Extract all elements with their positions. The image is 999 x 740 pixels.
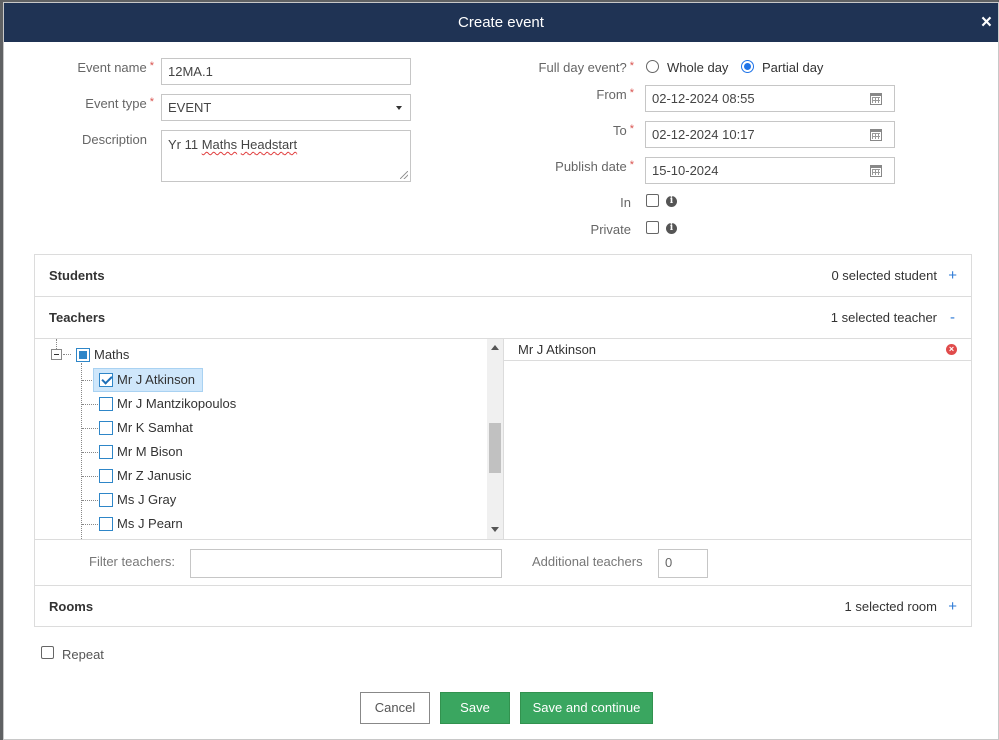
modal-title: Create event xyxy=(458,14,544,31)
partial-day-radio[interactable] xyxy=(741,60,754,73)
remove-icon[interactable]: × xyxy=(946,344,957,355)
scroll-thumb[interactable] xyxy=(489,423,501,473)
teachers-title: Teachers xyxy=(49,310,106,325)
teacher-checkbox[interactable] xyxy=(99,469,113,483)
collapse-teachers-button[interactable]: - xyxy=(950,297,955,338)
additional-teachers-label: Additional teachers xyxy=(532,554,643,569)
scroll-up-icon[interactable] xyxy=(491,345,499,350)
info-icon[interactable]: i xyxy=(666,223,677,234)
students-count: 0 selected student xyxy=(831,268,937,283)
tree-line xyxy=(82,524,98,525)
save-and-continue-button[interactable]: Save and continue xyxy=(520,692,653,724)
event-type-select[interactable]: EVENT xyxy=(161,94,411,121)
teacher-checkbox[interactable] xyxy=(99,493,113,507)
participants-panel: Students 0 selected student + Teachers 1… xyxy=(34,254,972,627)
tree-line xyxy=(82,500,98,501)
publish-date-value: 15-10-2024 xyxy=(652,163,719,178)
teacher-checkbox[interactable] xyxy=(99,445,113,459)
tree-item-teacher[interactable]: Ms J Pearn xyxy=(117,513,183,535)
students-title: Students xyxy=(49,268,105,283)
divider xyxy=(503,339,504,539)
selected-teacher-row: Mr J Atkinson × xyxy=(504,339,971,361)
teachers-section-header[interactable]: Teachers 1 selected teacher - xyxy=(35,297,971,338)
tree-scrollbar[interactable] xyxy=(487,339,503,539)
chevron-down-icon xyxy=(396,106,402,110)
tree-line xyxy=(82,452,98,453)
event-type-label: Event type * xyxy=(85,96,154,111)
tree-line xyxy=(56,339,57,349)
expand-rooms-button[interactable]: + xyxy=(948,586,957,627)
calendar-icon[interactable] xyxy=(870,165,882,177)
tree-line xyxy=(82,404,98,405)
to-date-input[interactable]: 02-12-2024 10:17 xyxy=(645,121,895,148)
tree-group-maths[interactable]: Maths xyxy=(94,344,129,366)
teachers-count: 1 selected teacher xyxy=(830,310,937,325)
publish-date-input[interactable]: 15-10-2024 xyxy=(645,157,895,184)
save-button[interactable]: Save xyxy=(440,692,510,724)
create-event-modal: Create event × Event name * 12MA.1 Event … xyxy=(3,2,999,740)
full-day-label: Full day event? * xyxy=(538,60,634,75)
close-icon[interactable]: × xyxy=(981,3,992,42)
repeat-label: Repeat xyxy=(62,647,104,662)
whole-day-label: Whole day xyxy=(667,60,729,75)
in-label: In xyxy=(620,195,631,210)
description-word: Maths xyxy=(201,137,238,152)
repeat-checkbox[interactable] xyxy=(41,646,54,659)
tree-line xyxy=(82,476,98,477)
whole-day-radio[interactable] xyxy=(646,60,659,73)
filter-teachers-input[interactable] xyxy=(190,549,502,578)
tree-line xyxy=(63,354,71,355)
in-checkbox[interactable] xyxy=(646,194,659,207)
to-date-value: 02-12-2024 10:17 xyxy=(652,127,755,142)
from-date-input[interactable]: 02-12-2024 08:55 xyxy=(645,85,895,112)
divider xyxy=(35,539,971,540)
resize-grip-icon[interactable] xyxy=(400,171,408,179)
event-type-value: EVENT xyxy=(168,100,212,115)
tree-item-teacher[interactable]: Mr J Mantzikopoulos xyxy=(117,393,236,415)
event-name-label: Event name * xyxy=(77,60,154,75)
tree-item-teacher[interactable]: Mr Z Janusic xyxy=(117,465,191,487)
modal-header: Create event × xyxy=(4,3,998,42)
description-word: Headstart xyxy=(240,137,298,152)
description-text: Yr 11 xyxy=(168,137,202,152)
event-name-input[interactable]: 12MA.1 xyxy=(161,58,411,85)
rooms-count: 1 selected room xyxy=(844,599,938,614)
tree-item-teacher[interactable]: Ms J Gray xyxy=(117,489,176,511)
collapse-icon[interactable] xyxy=(51,349,62,360)
to-label: To * xyxy=(612,123,634,138)
tree-line xyxy=(81,363,82,539)
partial-day-label: Partial day xyxy=(762,60,824,75)
description-textarea[interactable]: Yr 11 Maths Headstart xyxy=(161,130,411,182)
scroll-down-icon[interactable] xyxy=(491,527,499,532)
tree-line xyxy=(82,428,98,429)
teacher-checkbox[interactable] xyxy=(99,373,113,387)
tree-line xyxy=(82,380,92,381)
info-icon[interactable]: i xyxy=(666,196,677,207)
teacher-checkbox[interactable] xyxy=(99,421,113,435)
rooms-title: Rooms xyxy=(49,599,94,614)
from-date-value: 02-12-2024 08:55 xyxy=(652,91,755,106)
tree-item-teacher[interactable]: Mr K Samhat xyxy=(117,417,193,439)
teacher-tree: Maths Mr J Atkinson Mr J Mantzikopoulos … xyxy=(35,339,503,539)
from-label: From * xyxy=(596,87,634,102)
private-label: Private xyxy=(590,222,631,237)
private-checkbox[interactable] xyxy=(646,221,659,234)
tree-item-teacher[interactable]: Mr M Bison xyxy=(117,441,183,463)
cancel-button[interactable]: Cancel xyxy=(360,692,430,724)
expand-students-button[interactable]: + xyxy=(948,255,957,296)
selected-teacher-name: Mr J Atkinson xyxy=(518,342,597,357)
teacher-checkbox[interactable] xyxy=(99,397,113,411)
calendar-icon[interactable] xyxy=(870,129,882,141)
additional-teachers-input[interactable]: 0 xyxy=(658,549,708,578)
description-label: Description xyxy=(81,132,147,147)
calendar-icon[interactable] xyxy=(870,93,882,105)
group-checkbox[interactable] xyxy=(76,348,90,362)
teacher-checkbox[interactable] xyxy=(99,517,113,531)
rooms-section-header[interactable]: Rooms 1 selected room + xyxy=(35,586,971,627)
filter-teachers-label: Filter teachers: xyxy=(89,554,175,569)
students-section-header[interactable]: Students 0 selected student + xyxy=(35,255,971,296)
tree-item-teacher[interactable]: Mr J Atkinson xyxy=(117,369,195,391)
publish-date-label: Publish date * xyxy=(555,159,634,174)
